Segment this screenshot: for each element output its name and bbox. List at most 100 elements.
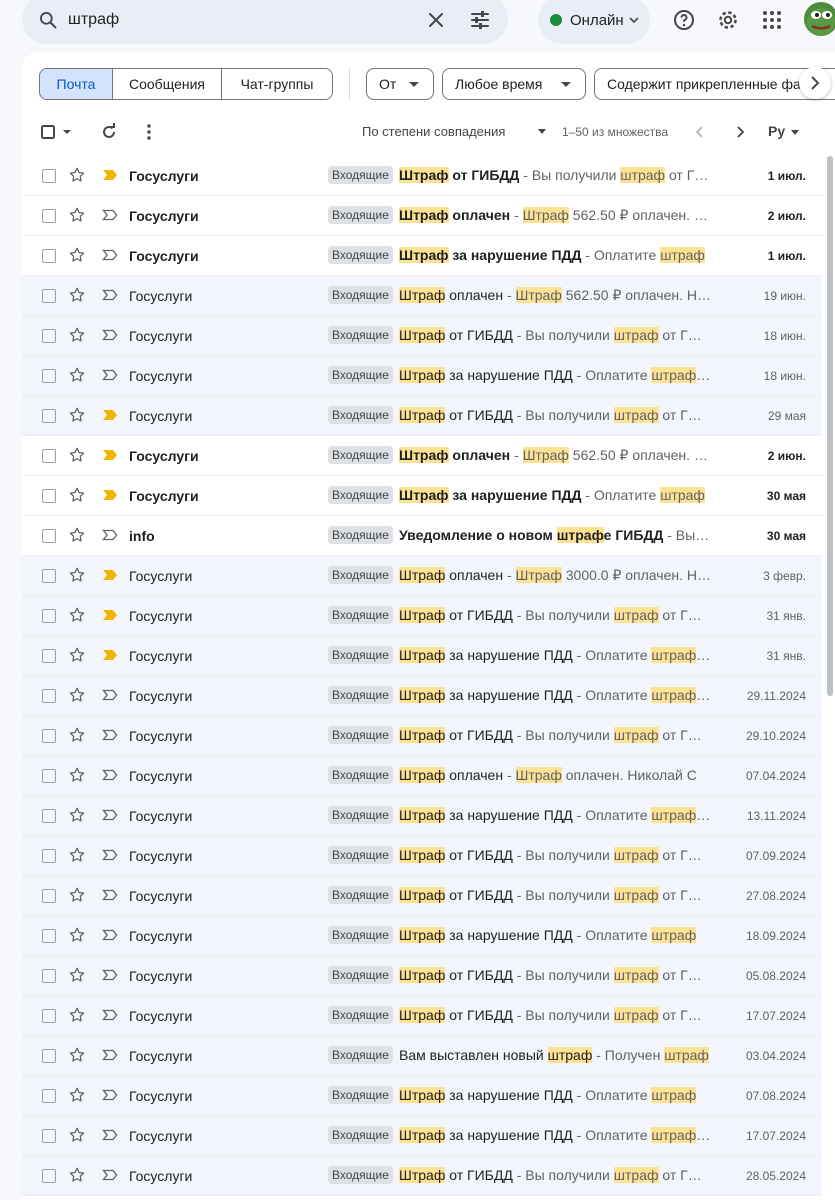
row-checkbox[interactable] [42,1049,56,1063]
input-tools-button[interactable]: Ру [768,123,785,139]
star-icon[interactable] [68,766,86,784]
star-icon[interactable] [68,726,86,744]
row-checkbox[interactable] [42,329,56,343]
star-icon[interactable] [68,326,86,344]
inbox-label[interactable]: Входящие [328,806,393,824]
importance-marker-icon[interactable] [102,809,118,821]
table-row[interactable]: Госуслуги Входящие Штраф оплачен - Штраф 5… [22,436,822,476]
inbox-label[interactable]: Входящие [328,686,393,704]
importance-marker-icon[interactable] [102,849,118,861]
filter-time[interactable]: Любое время [442,68,586,100]
inbox-label[interactable]: Входящие [328,1166,393,1184]
row-checkbox[interactable] [42,169,56,183]
inbox-label[interactable]: Входящие [328,166,393,184]
search-input[interactable]: штраф [68,11,119,29]
importance-marker-icon[interactable] [102,769,118,781]
star-icon[interactable] [68,1046,86,1064]
inbox-label[interactable]: Входящие [328,926,393,944]
table-row[interactable]: Госуслуги Входящие Штраф от ГИБДД - Вы пол… [22,836,822,876]
select-all-checkbox[interactable] [39,122,59,142]
row-checkbox[interactable] [42,449,56,463]
importance-marker-icon[interactable] [102,449,118,461]
inbox-label[interactable]: Входящие [328,846,393,864]
table-row[interactable]: Госуслуги Входящие Штраф за нарушение ПДД … [22,476,822,516]
apps-grid-icon[interactable] [760,8,784,32]
row-checkbox[interactable] [42,209,56,223]
star-icon[interactable] [68,446,86,464]
star-icon[interactable] [68,486,86,504]
status-selector[interactable]: Онлайн [538,0,650,44]
row-checkbox[interactable] [42,489,56,503]
importance-marker-icon[interactable] [102,969,118,981]
scrollbar[interactable] [827,156,833,696]
importance-marker-icon[interactable] [102,649,118,661]
star-icon[interactable] [68,966,86,984]
importance-marker-icon[interactable] [102,409,118,421]
star-icon[interactable] [68,886,86,904]
star-icon[interactable] [68,606,86,624]
inbox-label[interactable]: Входящие [328,606,393,624]
table-row[interactable]: Госуслуги Входящие Штраф за нарушение ПДД … [22,356,822,396]
table-row[interactable]: Госуслуги Входящие Штраф за нарушение ПДД … [22,636,822,676]
gear-icon[interactable] [716,8,740,32]
importance-marker-icon[interactable] [102,889,118,901]
table-row[interactable]: Госуслуги Входящие Штраф от ГИБДД - Вы пол… [22,996,822,1036]
search-bar[interactable]: штраф [22,0,508,44]
row-checkbox[interactable] [42,529,56,543]
row-checkbox[interactable] [42,809,56,823]
table-row[interactable]: Госуслуги Входящие Штраф за нарушение ПДД … [22,1116,822,1156]
importance-marker-icon[interactable] [102,369,118,381]
table-row[interactable]: Госуслуги Входящие Штраф от ГИБДД - Вы пол… [22,316,822,356]
importance-marker-icon[interactable] [102,289,118,301]
row-checkbox[interactable] [42,849,56,863]
row-checkbox[interactable] [42,769,56,783]
importance-marker-icon[interactable] [102,1089,118,1101]
importance-marker-icon[interactable] [102,529,118,541]
star-icon[interactable] [68,806,86,824]
table-row[interactable]: Госуслуги Входящие Штраф оплачен - Штраф 3… [22,556,822,596]
row-checkbox[interactable] [42,1169,56,1183]
row-checkbox[interactable] [42,569,56,583]
avatar[interactable] [804,2,835,36]
importance-marker-icon[interactable] [102,569,118,581]
inbox-label[interactable]: Входящие [328,486,393,504]
star-icon[interactable] [68,206,86,224]
tab-mail[interactable]: Почта [39,68,113,100]
row-checkbox[interactable] [42,369,56,383]
scroll-filters-button[interactable] [799,67,831,99]
inbox-label[interactable]: Входящие [328,406,393,424]
inbox-label[interactable]: Входящие [328,326,393,344]
inbox-label[interactable]: Входящие [328,1006,393,1024]
importance-marker-icon[interactable] [102,209,118,221]
inbox-label[interactable]: Входящие [328,566,393,584]
star-icon[interactable] [68,1086,86,1104]
row-checkbox[interactable] [42,1009,56,1023]
tab-chat-groups[interactable]: Чат-группы [221,68,333,100]
row-checkbox[interactable] [42,409,56,423]
table-row[interactable]: Госуслуги Входящие Штраф за нарушение ПДД … [22,796,822,836]
importance-marker-icon[interactable] [102,249,118,261]
search-options-icon[interactable] [468,8,492,32]
inbox-label[interactable]: Входящие [328,206,393,224]
inbox-label[interactable]: Входящие [328,1046,393,1064]
row-checkbox[interactable] [42,1089,56,1103]
search-icon[interactable] [38,10,58,30]
row-checkbox[interactable] [42,249,56,263]
star-icon[interactable] [68,166,86,184]
chevron-left-icon[interactable] [690,122,710,142]
chevron-right-icon[interactable] [730,122,750,142]
inbox-label[interactable]: Входящие [328,246,393,264]
chevron-down-icon[interactable] [60,122,74,142]
star-icon[interactable] [68,1166,86,1184]
row-checkbox[interactable] [42,649,56,663]
inbox-label[interactable]: Входящие [328,286,393,304]
importance-marker-icon[interactable] [102,609,118,621]
star-icon[interactable] [68,566,86,584]
importance-marker-icon[interactable] [102,169,118,181]
star-icon[interactable] [68,1006,86,1024]
inbox-label[interactable]: Входящие [328,886,393,904]
caret-down-icon[interactable] [538,129,546,134]
star-icon[interactable] [68,926,86,944]
table-row[interactable]: Госуслуги Входящие Штраф оплачен - Штраф о… [22,756,822,796]
more-vert-icon[interactable] [139,122,159,142]
